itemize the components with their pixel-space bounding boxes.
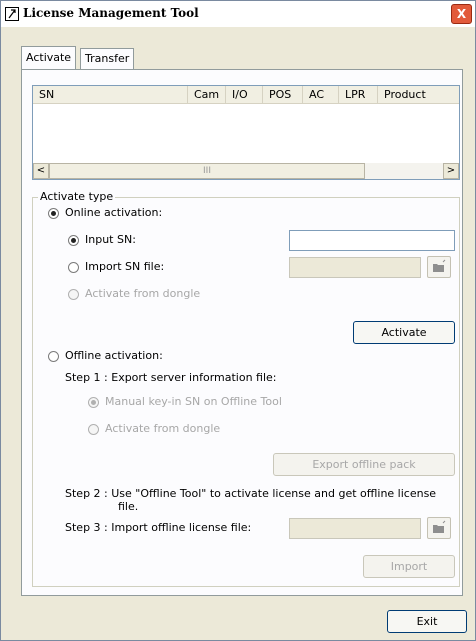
folder-open-icon	[433, 520, 446, 533]
import-sn-file-radio[interactable]	[68, 262, 79, 273]
step2-text: Step 2 : Use "Offline Tool" to activate …	[65, 487, 437, 500]
online-activation-radio[interactable]	[48, 208, 59, 219]
folder-open-icon	[433, 259, 446, 272]
close-button[interactable]: X	[451, 4, 472, 24]
column-sn[interactable]: SN	[33, 86, 188, 103]
column-lpr[interactable]: LPR	[339, 86, 378, 103]
activate-button[interactable]: Activate	[353, 321, 455, 344]
activate-type-legend: Activate type	[38, 190, 116, 203]
import-button[interactable]: Import	[363, 555, 455, 578]
step2-text-cont: file.	[118, 500, 139, 513]
input-sn-label[interactable]: Input SN:	[85, 233, 136, 246]
sn-file-path-field	[289, 257, 421, 278]
column-ac[interactable]: AC	[303, 86, 339, 103]
input-sn-radio[interactable]	[68, 235, 79, 246]
browse-sn-file-button[interactable]	[427, 256, 451, 278]
activate-type-group: Activate type Online activation: Input S…	[32, 190, 460, 587]
offline-dongle-radio	[88, 424, 99, 435]
column-pos[interactable]: POS	[263, 86, 303, 103]
manual-keyin-label: Manual key-in SN on Offline Tool	[105, 395, 282, 408]
step1-text: Step 1 : Export server information file:	[65, 371, 277, 384]
import-sn-file-label[interactable]: Import SN file:	[85, 260, 164, 273]
license-list[interactable]: SN Cam I/O POS AC LPR Product < III >	[32, 85, 460, 180]
step3-text: Step 3 : Import offline license file:	[65, 521, 252, 534]
column-io[interactable]: I/O	[226, 86, 263, 103]
browse-offline-license-button[interactable]	[427, 517, 451, 539]
scroll-left-icon[interactable]: <	[33, 163, 49, 179]
offline-dongle-label: Activate from dongle	[105, 422, 221, 435]
offline-activation-label[interactable]: Offline activation:	[65, 349, 163, 362]
manual-keyin-radio	[88, 397, 99, 408]
column-cam[interactable]: Cam	[188, 86, 226, 103]
window-title: License Management Tool	[23, 6, 199, 20]
online-dongle-label: Activate from dongle	[85, 287, 201, 300]
online-dongle-radio	[68, 289, 79, 300]
license-tool-icon	[5, 7, 19, 21]
scroll-thumb[interactable]: III	[49, 163, 365, 179]
title-bar[interactable]: License Management Tool X	[1, 1, 475, 27]
activate-panel: SN Cam I/O POS AC LPR Product < III > Ac…	[21, 69, 463, 596]
scroll-right-icon[interactable]: >	[443, 163, 459, 179]
sn-input[interactable]	[289, 230, 455, 251]
horizontal-scrollbar[interactable]: < III >	[33, 163, 459, 179]
tab-transfer[interactable]: Transfer	[80, 48, 135, 69]
list-header: SN Cam I/O POS AC LPR Product	[33, 86, 459, 104]
column-product[interactable]: Product	[378, 86, 459, 103]
license-window: License Management Tool X Activate Trans…	[0, 0, 476, 641]
tab-activate[interactable]: Activate	[21, 46, 77, 69]
exit-button[interactable]: Exit	[387, 610, 467, 633]
online-activation-label[interactable]: Online activation:	[65, 206, 162, 219]
export-offline-pack-button[interactable]: Export offline pack	[273, 453, 455, 476]
offline-license-path-field	[289, 518, 421, 539]
offline-activation-radio[interactable]	[48, 351, 59, 362]
